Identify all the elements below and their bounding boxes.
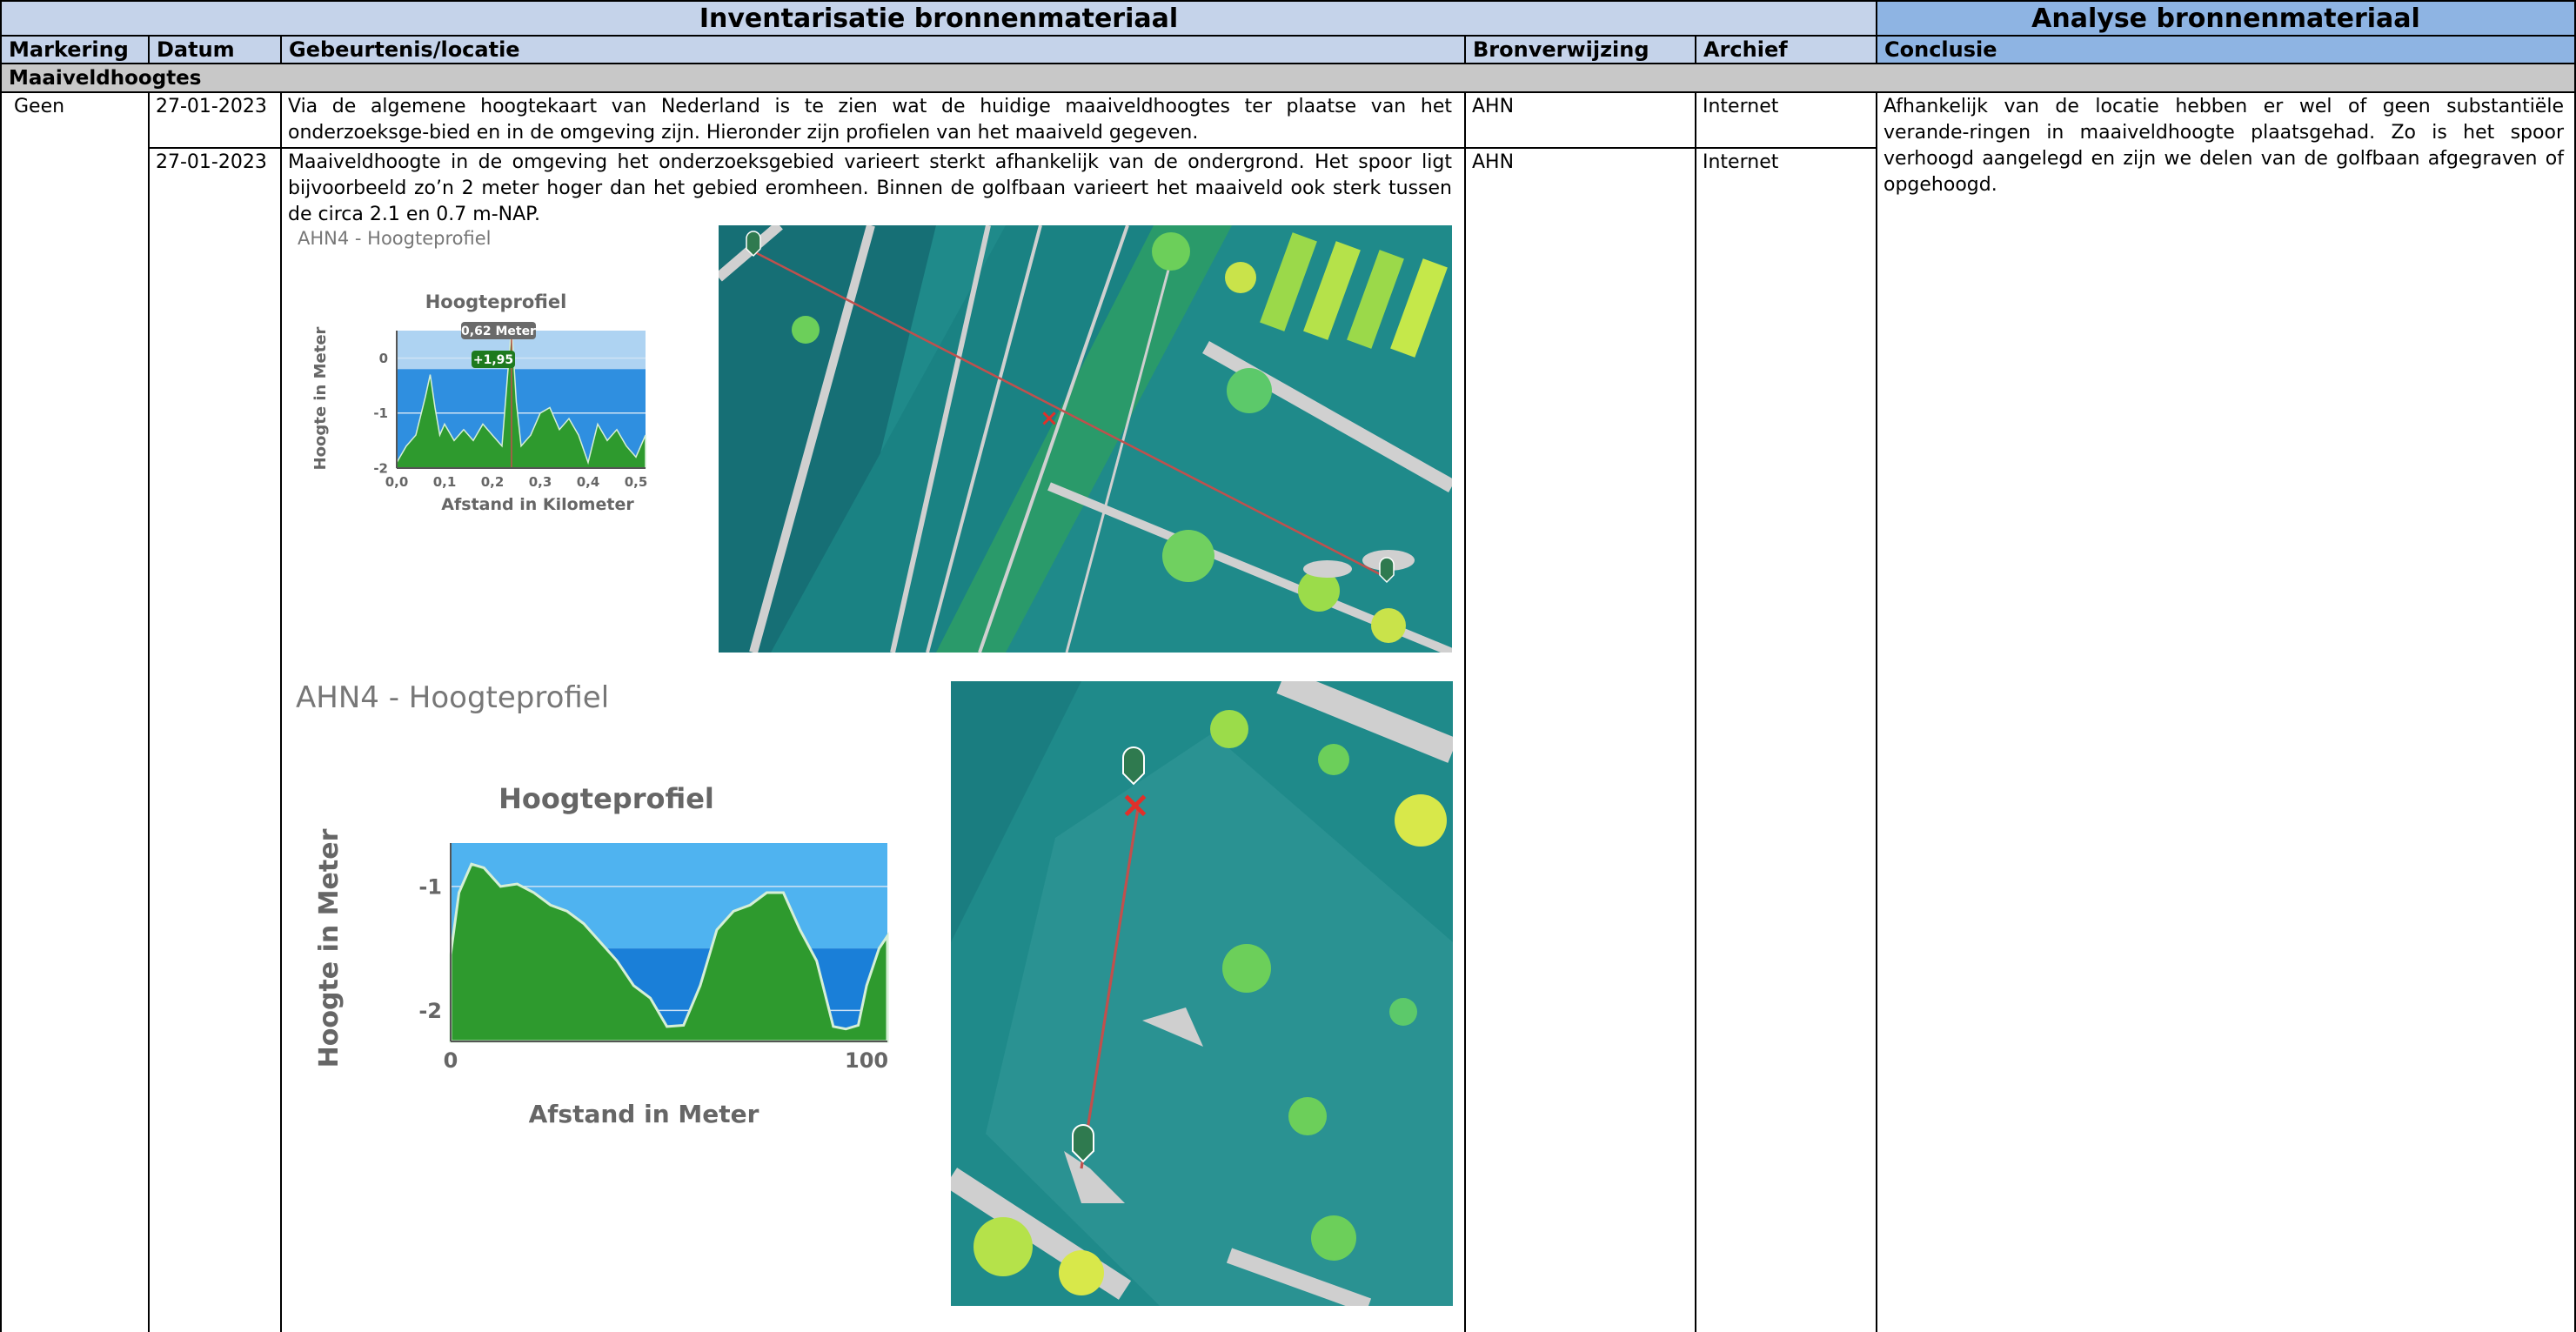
grid-line — [148, 91, 150, 1332]
cursor-cross-icon: × — [1120, 783, 1150, 826]
col-header-markering: Markering — [0, 35, 150, 64]
grid-line — [0, 91, 2, 1332]
x-axis-label: Afstand in Kilometer — [441, 495, 634, 514]
analyse-title: Analyse bronnenmateriaal — [2031, 3, 2420, 34]
y-axis-label: Hoogte in Meter — [314, 828, 345, 1068]
conclusie-text: Afhankelijk van de locatie hebben er wel… — [1883, 96, 2564, 196]
col-label: Datum — [157, 37, 235, 62]
profile-chart-1: Hoogteprofiel Hoogte in Meter Afstand in… — [311, 291, 648, 514]
analyse-header: Analyse bronnenmateriaal — [1876, 0, 2576, 37]
col-header-datum: Datum — [148, 35, 282, 64]
grid-line — [280, 91, 282, 1332]
col-label: Markering — [9, 37, 129, 62]
y-tick-label: -1 — [418, 874, 442, 899]
ahn-map-1: × — [719, 225, 1452, 653]
chart-title: Hoogteprofiel — [425, 291, 567, 312]
y-tick-label: -2 — [418, 999, 442, 1023]
profile-panel-1: AHN4 - Hoogteprofiel Hoogteprofiel Hoogt… — [287, 224, 705, 520]
inventarisatie-header: Inventarisatie bronnenmateriaal — [0, 0, 1877, 37]
y-tick-label: -1 — [373, 405, 388, 421]
cursor-cross-icon: × — [1040, 405, 1059, 432]
grid-line — [1695, 91, 1696, 1332]
col-label: Bronverwijzing — [1473, 37, 1649, 62]
x-tick-label: 100 — [845, 1048, 888, 1073]
row1-bron: AHN — [1472, 96, 1515, 117]
x-tick-label: 0,3 — [529, 474, 552, 490]
profile-panel-2: AHN4 - Hoogteprofiel Hoogteprofiel Hoogt… — [287, 675, 931, 1145]
x-tick-label: 0,5 — [625, 474, 648, 490]
grid-line — [1464, 91, 1466, 1332]
inventarisatie-title: Inventarisatie bronnenmateriaal — [699, 3, 1179, 34]
x-axis-label: Afstand in Meter — [529, 1100, 759, 1128]
section-maaiveldhoogtes: Maaiveldhoogtes — [0, 63, 2576, 93]
grid-line — [1876, 91, 1877, 1332]
row1-markering: Geen — [14, 96, 65, 117]
y-tick-label: 0 — [379, 351, 388, 366]
col-header-gebeurtenis: Gebeurtenis/locatie — [280, 35, 1466, 64]
tooltip-text: 0,62 Meter — [461, 325, 536, 338]
col-header-bronverwijzing: Bronverwijzing — [1464, 35, 1696, 64]
col-label: Conclusie — [1884, 37, 1997, 62]
col-label: Gebeurtenis/locatie — [289, 37, 520, 62]
profile-chart-2: Hoogteprofiel Hoogte in Meter Afstand in… — [314, 782, 889, 1128]
x-tick-label: 0,0 — [385, 474, 409, 490]
row2-bron: AHN — [1472, 151, 1515, 173]
col-label: Archief — [1703, 37, 1788, 62]
row1-gebeurtenis: Via de algemene hoogtekaart van Nederlan… — [288, 96, 1452, 144]
x-tick-label: 0,1 — [433, 474, 457, 490]
x-tick-label: 0 — [444, 1048, 458, 1073]
ahn-map-2: × — [951, 681, 1453, 1306]
col-header-conclusie: Conclusie — [1876, 35, 2576, 64]
row1-datum: 27-01-2023 — [156, 96, 267, 117]
y-axis-label: Hoogte in Meter — [311, 326, 330, 470]
row2-archief: Internet — [1703, 151, 1779, 173]
section-label: Maaiveldhoogtes — [9, 66, 202, 90]
chart-title: Hoogteprofiel — [498, 782, 714, 815]
ahn-map-2-graphic: × — [951, 681, 1453, 1306]
col-header-archief: Archief — [1695, 35, 1877, 64]
y-tick-label: -2 — [373, 460, 388, 476]
x-tick-label: 0,4 — [577, 474, 600, 490]
row2-datum: 27-01-2023 — [156, 151, 267, 173]
ahn-map-1-graphic: × — [719, 225, 1452, 653]
row1-archief: Internet — [1703, 96, 1779, 117]
row2-gebeurtenis: Maaiveldhoogte in de omgeving het onderz… — [288, 151, 1452, 225]
x-tick-label: 0,2 — [481, 474, 505, 490]
badge-text: +1,95 — [473, 353, 513, 367]
